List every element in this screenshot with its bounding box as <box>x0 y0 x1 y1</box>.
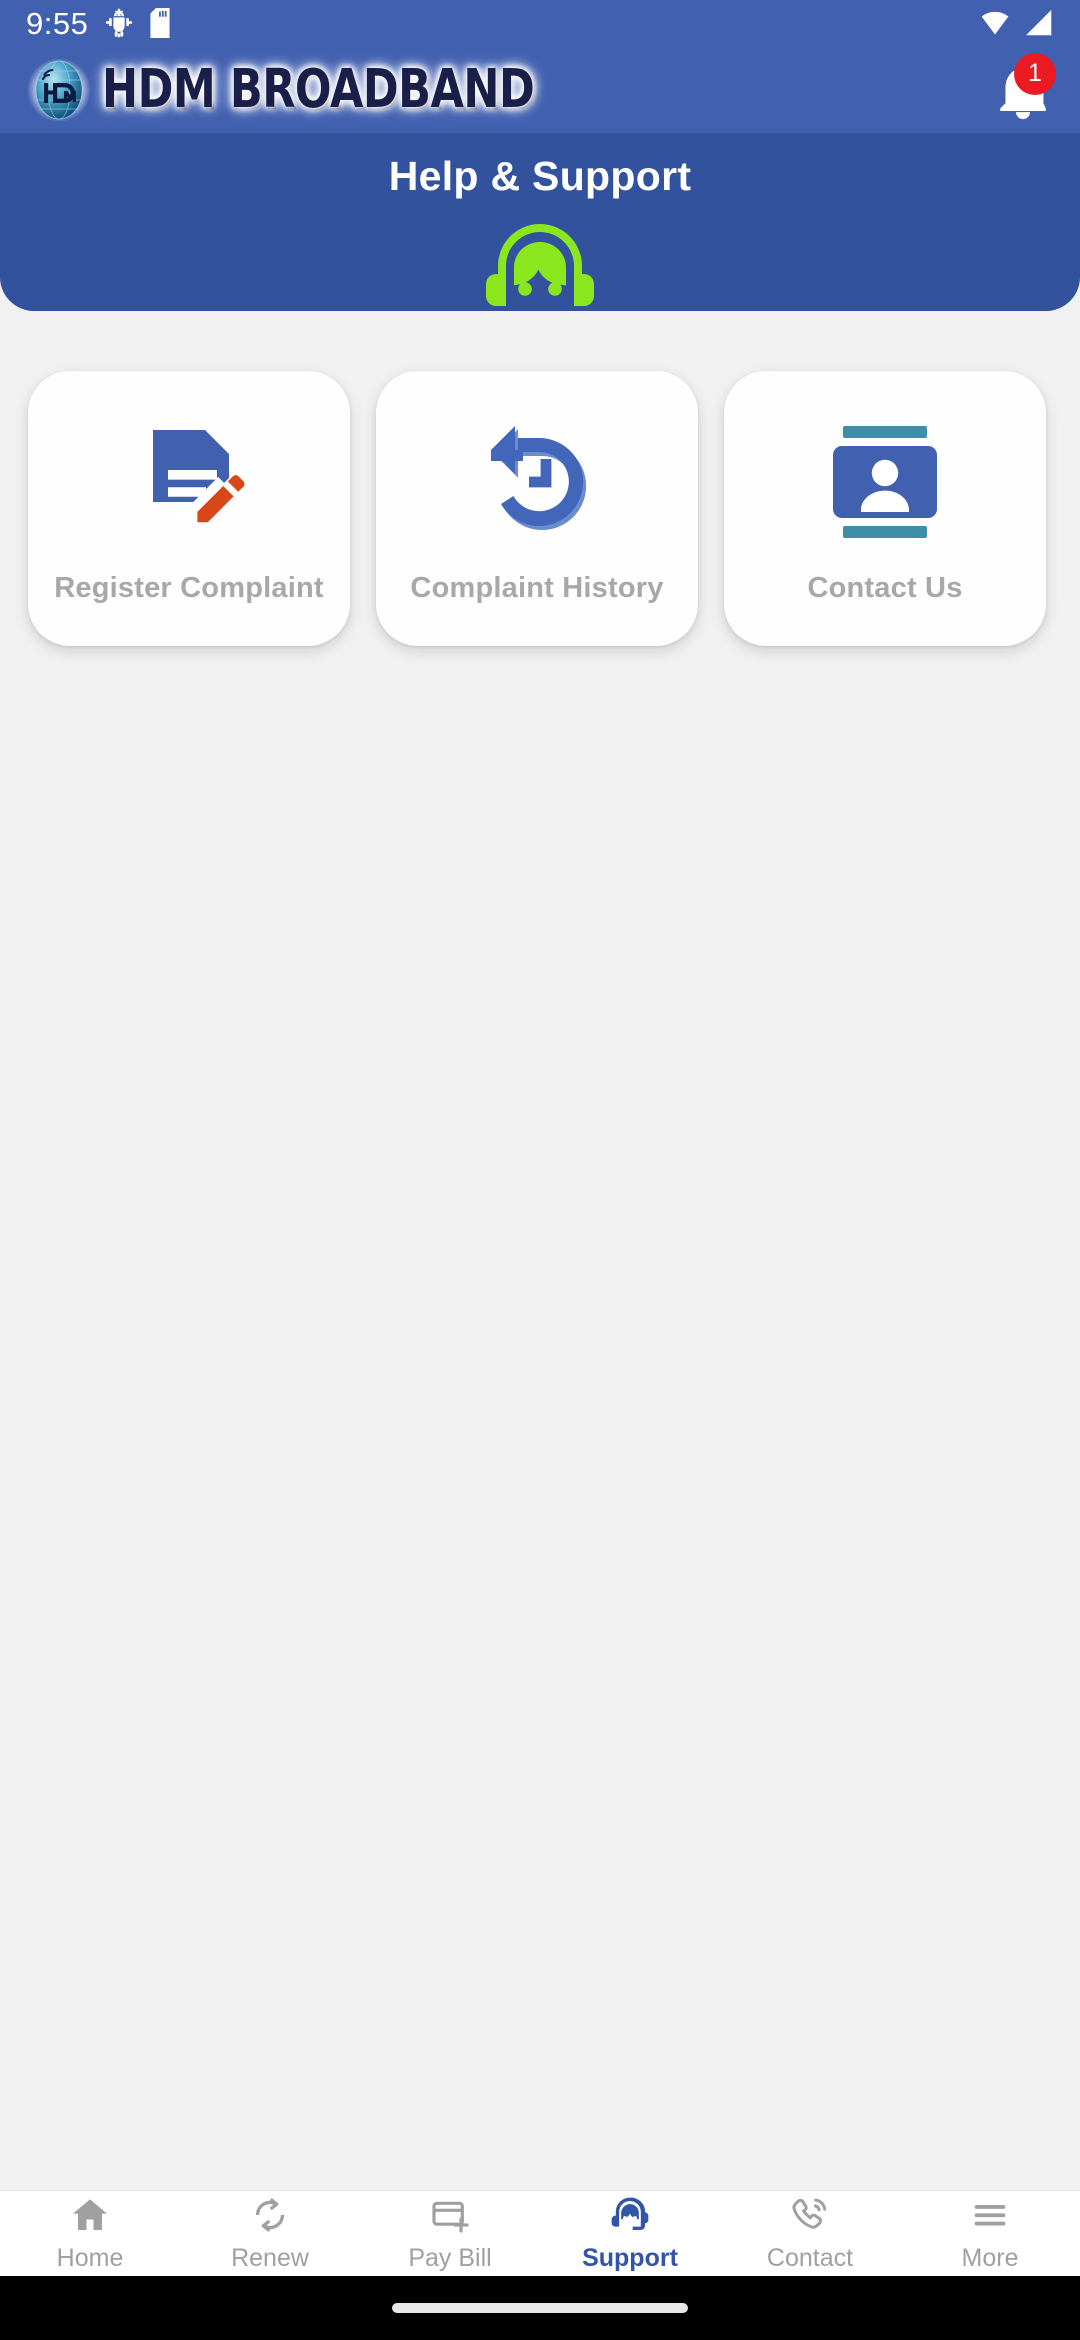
card-label: Complaint History <box>410 572 664 604</box>
contact-card-person-icon <box>825 418 945 546</box>
gesture-pill[interactable] <box>392 2303 688 2313</box>
nav-item-renew[interactable]: Renew <box>180 2191 360 2276</box>
card-complaint-history[interactable]: Complaint History <box>376 371 698 646</box>
sd-card-icon <box>150 8 170 38</box>
support-headset-agent-icon <box>480 222 600 318</box>
nav-label: Renew <box>231 2243 309 2272</box>
history-restore-clock-icon <box>473 418 601 546</box>
hamburger-menu-icon <box>970 2195 1010 2235</box>
nav-item-support[interactable]: Support <box>540 2191 720 2276</box>
card-label: Contact Us <box>807 572 963 604</box>
nav-label: Contact <box>766 2243 854 2272</box>
headset-support-icon <box>610 2195 650 2235</box>
support-card-grid: Register Complaint Complaint History Con… <box>28 371 1052 646</box>
hdm-globe-logo-icon <box>26 57 92 123</box>
card-label: Register Complaint <box>54 572 324 604</box>
content-area: Register Complaint Complaint History Con… <box>0 311 1080 2190</box>
nav-label: Support <box>582 2243 678 2272</box>
phone-ring-icon <box>790 2195 830 2235</box>
refresh-sync-icon <box>250 2195 290 2235</box>
status-bar-left: 9:55 <box>26 8 170 39</box>
card-contact-us[interactable]: Contact Us <box>724 371 1046 646</box>
nav-item-home[interactable]: Home <box>0 2191 180 2276</box>
wifi-icon <box>978 8 1012 38</box>
nav-item-pay-bill[interactable]: Pay Bill <box>360 2191 540 2276</box>
home-icon <box>70 2195 110 2235</box>
card-register-complaint[interactable]: Register Complaint <box>28 371 350 646</box>
notification-badge: 1 <box>1014 52 1056 95</box>
status-bar-right <box>978 8 1054 38</box>
card-plus-icon <box>430 2195 470 2235</box>
document-edit-pencil-icon <box>125 418 253 546</box>
cellular-signal-icon <box>1024 8 1054 38</box>
nav-label: More <box>961 2243 1019 2272</box>
brand: HDM BROADBAND <box>26 57 543 123</box>
nav-item-contact[interactable]: Contact <box>720 2191 900 2276</box>
hero-section: Help & Support <box>0 133 1080 311</box>
brand-name: HDM BROADBAND <box>102 58 535 121</box>
android-debug-icon <box>104 8 134 38</box>
status-bar: 9:55 <box>0 0 1080 46</box>
nav-label: Pay Bill <box>408 2243 492 2272</box>
notification-button[interactable]: 1 <box>988 52 1058 125</box>
nav-item-more[interactable]: More <box>900 2191 1080 2276</box>
app-bar: HDM BROADBAND 1 <box>0 46 1080 133</box>
status-bar-clock: 9:55 <box>26 5 89 41</box>
bottom-navigation: Home Renew Pay Bill Support Contact More <box>0 2190 1080 2276</box>
system-gesture-bar <box>0 2276 1080 2340</box>
nav-label: Home <box>56 2243 124 2272</box>
page-title: Help & Support <box>388 153 692 199</box>
